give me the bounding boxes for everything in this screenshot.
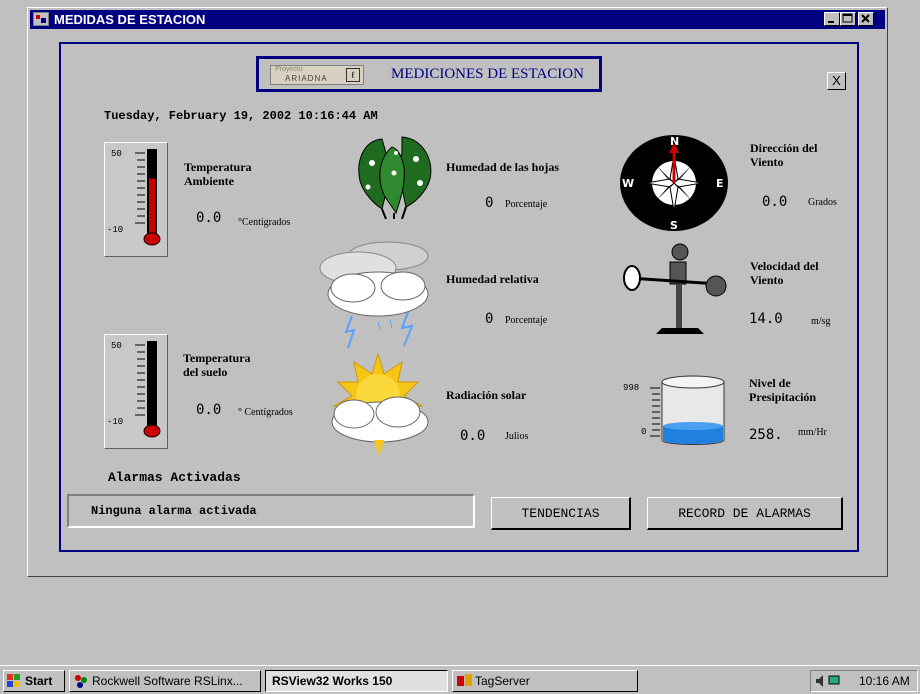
- solar-radiation-label: Radiación solar: [446, 388, 527, 402]
- maximize-button[interactable]: [840, 12, 856, 26]
- relative-humidity-value: 0: [485, 311, 494, 327]
- wind-direction-label: Dirección del Viento: [750, 141, 818, 169]
- taskbar-item-rslinx[interactable]: Rockwell Software RSLinx...: [69, 670, 261, 692]
- svg-text:W: W: [622, 177, 634, 190]
- close-icon: [861, 14, 870, 23]
- leaf-icon: [358, 136, 432, 219]
- precip-scale-max: 998: [623, 383, 640, 393]
- solar-radiation-value: 0.0: [460, 428, 486, 444]
- minimize-button[interactable]: [824, 12, 840, 26]
- precip-scale-min: 0: [641, 427, 647, 437]
- close-window-button[interactable]: [858, 12, 874, 26]
- leaf-humidity-label: Humedad de las hojas: [446, 160, 560, 174]
- logo-seal-icon: ℓ: [346, 68, 360, 82]
- maximize-icon: [842, 13, 853, 23]
- sun-cloud-icon: [331, 352, 429, 456]
- soil-temp-label: Temperatura del suelo: [183, 351, 251, 379]
- relative-humidity-label: Humedad relativa: [446, 272, 539, 286]
- ambient-temp-unit: °Centígrados: [238, 217, 291, 228]
- taskbar-item-rsview32[interactable]: RSView32 Works 150: [265, 670, 448, 692]
- anemometer-icon: [623, 243, 727, 334]
- precipitation-value: 258.: [749, 427, 783, 443]
- storm-cloud-icon: [319, 241, 429, 349]
- soil-temp-value: 0.0: [196, 402, 222, 418]
- wind-speed-value: 14.0: [749, 311, 783, 327]
- taskbar: Start Rockwell Software RSLinx... RSView…: [0, 665, 920, 694]
- alarm-status-text: Ninguna alarma activada: [91, 504, 257, 518]
- alarm-record-button[interactable]: RECORD DE ALARMAS: [647, 497, 843, 530]
- rslinx-icon: [75, 675, 87, 688]
- taskbar-item-tagserver[interactable]: TagServer: [452, 670, 638, 692]
- close-panel-button[interactable]: X: [827, 72, 846, 90]
- thermometer-icon: [135, 149, 161, 246]
- svg-text:S: S: [670, 219, 678, 232]
- soil-thermometer: 50 -10: [104, 334, 168, 449]
- precipitation-label: Nivel de Presipitación: [749, 376, 817, 404]
- solar-radiation-unit: Julios: [505, 431, 529, 442]
- precipitation-unit: mm/Hr: [798, 427, 827, 438]
- ariadna-logo: Proyecto ARIADNA ℓ: [270, 65, 364, 85]
- start-button[interactable]: Start: [3, 670, 65, 692]
- app-icon: [33, 12, 49, 26]
- ambient-temp-value: 0.0: [196, 210, 222, 226]
- windows-logo-icon: [7, 674, 20, 687]
- window-title: MEDIDAS DE ESTACION: [54, 12, 206, 27]
- thermometer-icon: [135, 341, 161, 438]
- tagserver-icon: [457, 674, 472, 686]
- svg-text:N: N: [670, 135, 679, 148]
- header-banner: Proyecto ARIADNA ℓ MEDICIONES DE ESTACIO…: [256, 56, 602, 92]
- wind-direction-value: 0.0: [762, 194, 788, 210]
- relative-humidity-unit: Porcentaje: [505, 315, 548, 326]
- ambient-thermometer: 50 -10: [104, 142, 168, 257]
- wind-speed-unit: m/sg: [811, 316, 831, 327]
- svg-text:E: E: [716, 177, 724, 190]
- minimize-icon: [828, 21, 834, 23]
- wind-speed-label: Velocidad del Viento: [750, 259, 819, 287]
- alarms-heading: Alarmas Activadas: [108, 470, 241, 485]
- ambient-temp-label: Temperatura Ambiente: [184, 160, 252, 188]
- window-titlebar[interactable]: MEDIDAS DE ESTACION: [30, 10, 885, 29]
- soil-temp-unit: ° Centígrados: [238, 407, 293, 418]
- system-tray: 10:16 AM: [810, 670, 918, 692]
- datetime-display: Tuesday, February 19, 2002 10:16:44 AM: [104, 109, 378, 123]
- wind-direction-unit: Grados: [808, 197, 837, 208]
- speaker-network-icon[interactable]: [815, 674, 843, 688]
- trends-button[interactable]: TENDENCIAS: [491, 497, 631, 530]
- leaf-humidity-value: 0: [485, 195, 494, 211]
- alarm-status-box: Ninguna alarma activada: [67, 494, 475, 528]
- page-title: MEDICIONES DE ESTACION: [391, 66, 584, 82]
- leaf-humidity-unit: Porcentaje: [505, 199, 548, 210]
- compass-icon: N S W E: [620, 135, 728, 232]
- clock: 10:16 AM: [859, 674, 910, 688]
- rain-gauge-icon: [650, 375, 725, 445]
